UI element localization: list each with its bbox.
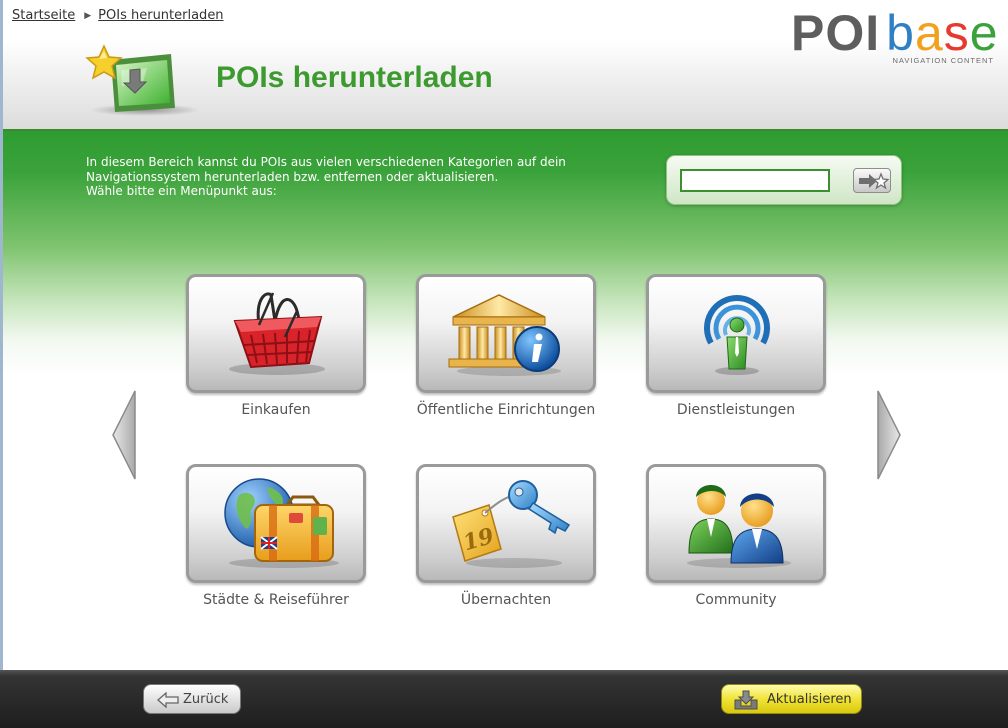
category-tile-dienstleistungen[interactable]: Dienstleistungen bbox=[646, 274, 828, 418]
main-content: In diesem Bereich kannst du POIs aus vie… bbox=[3, 129, 1008, 670]
globe-suitcase-icon bbox=[224, 478, 339, 568]
breadcrumb-current-link[interactable]: POIs herunterladen bbox=[98, 8, 223, 23]
breadcrumb: Startseite ▶ POIs herunterladen bbox=[12, 8, 224, 23]
download-tray-icon bbox=[734, 690, 758, 710]
intro-line-1: In diesem Bereich kannst du POIs aus vie… bbox=[86, 155, 566, 169]
update-button-label: Aktualisieren bbox=[767, 692, 852, 707]
category-tile-einkaufen[interactable]: Einkaufen bbox=[186, 274, 368, 418]
category-button-community[interactable] bbox=[646, 464, 826, 583]
category-label-oeffentliche-einrichtungen: Öffentliche Einrichtungen bbox=[416, 402, 596, 418]
logo-base-text: base bbox=[886, 5, 998, 61]
intro-line-3: Wähle bitte ein Menüpunkt aus: bbox=[86, 184, 277, 198]
previous-page-arrow[interactable] bbox=[111, 389, 137, 481]
back-button-label: Zurück bbox=[183, 692, 229, 707]
logo-tagline: NAVIGATION CONTENT bbox=[892, 56, 994, 65]
intro-line-2: Navigationssystem herunterladen bzw. ent… bbox=[86, 169, 499, 184]
category-label-community: Community bbox=[695, 592, 777, 608]
category-label-staedte-reisefuehrer: Städte & Reiseführer bbox=[203, 592, 349, 608]
logo-letter: b bbox=[886, 5, 915, 61]
breadcrumb-separator-icon: ▶ bbox=[84, 11, 92, 21]
logo-letter: a bbox=[914, 5, 944, 61]
logo-letter: e bbox=[969, 5, 999, 61]
category-button-oeffentliche-einrichtungen[interactable] bbox=[416, 274, 596, 393]
back-arrow-icon bbox=[157, 692, 179, 708]
community-people-icon bbox=[687, 485, 791, 568]
intro-text: In diesem Bereich kannst du POIs aus vie… bbox=[86, 155, 626, 199]
hotel-key-icon: 19 bbox=[452, 480, 571, 568]
search-arrow-star-icon bbox=[859, 172, 889, 190]
search-button[interactable] bbox=[853, 168, 891, 193]
back-button[interactable]: Zurück bbox=[143, 684, 241, 714]
arrow-right-icon bbox=[877, 390, 901, 480]
category-button-dienstleistungen[interactable] bbox=[646, 274, 826, 393]
header: Startseite ▶ POIs herunterladen POIs herun… bbox=[3, 0, 1008, 129]
footer-bar: Zurück Aktualisieren bbox=[0, 670, 1008, 728]
category-tile-staedte-reisefuehrer[interactable]: Städte & Reiseführer bbox=[186, 464, 368, 608]
category-label-einkaufen: Einkaufen bbox=[241, 402, 311, 418]
page-title: POIs herunterladen bbox=[216, 61, 493, 94]
update-button[interactable]: Aktualisieren bbox=[721, 684, 862, 714]
category-label-dienstleistungen: Dienstleistungen bbox=[676, 402, 796, 418]
service-person-signal-icon bbox=[704, 295, 770, 375]
category-button-einkaufen[interactable] bbox=[186, 274, 366, 393]
logo-letter: s bbox=[943, 5, 970, 61]
category-tile-uebernachten[interactable]: 19 Übernachten bbox=[416, 464, 598, 608]
category-tile-oeffentliche-einrichtungen[interactable]: Öffentliche Einrichtungen bbox=[416, 274, 598, 418]
poibase-logo: POI base NAVIGATION CONTENT bbox=[791, 5, 998, 68]
category-button-uebernachten[interactable]: 19 bbox=[416, 464, 596, 583]
arrow-left-icon bbox=[112, 390, 136, 480]
search-panel bbox=[666, 155, 902, 205]
category-tile-community[interactable]: Community bbox=[646, 464, 828, 608]
search-input[interactable] bbox=[680, 169, 830, 192]
category-label-uebernachten: Übernachten bbox=[460, 592, 552, 608]
category-button-staedte-reisefuehrer[interactable] bbox=[186, 464, 366, 583]
public-building-info-icon bbox=[448, 294, 561, 376]
next-page-arrow[interactable] bbox=[876, 389, 902, 481]
breadcrumb-home-link[interactable]: Startseite bbox=[12, 8, 75, 23]
logo-poi-text: POI bbox=[791, 5, 881, 61]
shopping-basket-icon bbox=[229, 292, 325, 375]
poi-download-star-icon bbox=[85, 42, 205, 118]
